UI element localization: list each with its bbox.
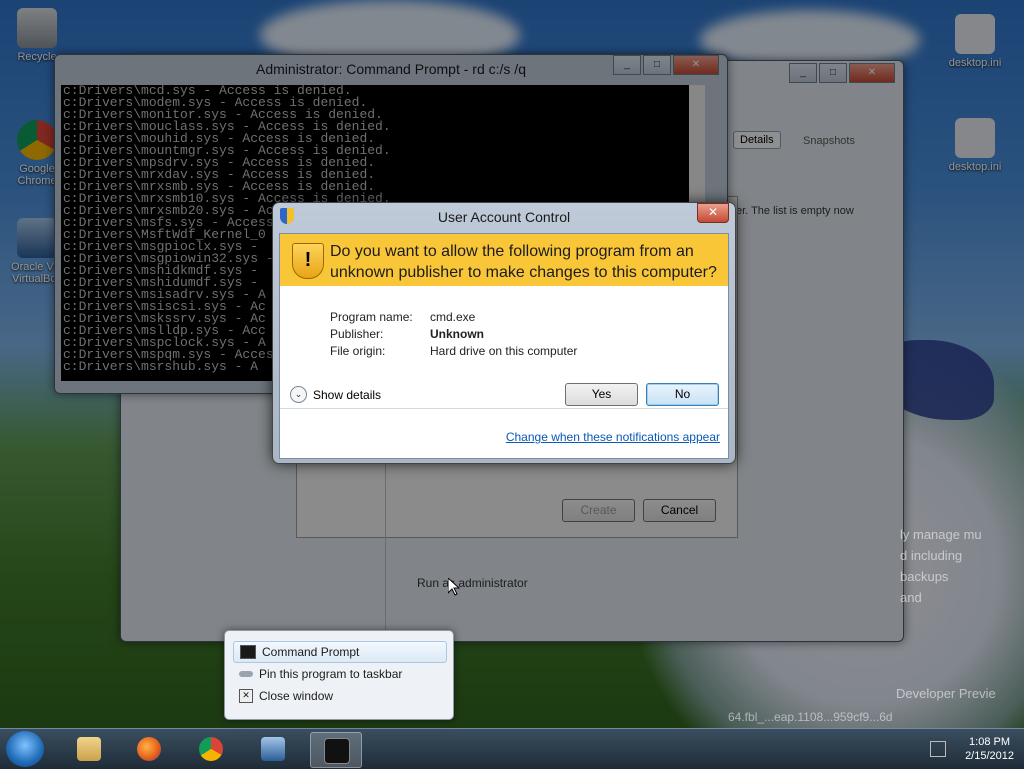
cmd-icon	[324, 738, 350, 764]
background-text-line: d including	[900, 548, 963, 563]
show-details-toggle[interactable]: ⌄ Show details	[290, 386, 381, 403]
start-button[interactable]	[6, 731, 44, 767]
build-string: 64.fbl_...eap.1108...959cf9...6d	[728, 710, 893, 724]
clock-time: 1:08 PM	[969, 736, 1011, 748]
background-text-line: backups	[900, 569, 949, 584]
program-info: Program name: cmd.exe Publisher: Unknown…	[330, 309, 577, 360]
jumplist-pin-to-taskbar[interactable]: Pin this program to taskbar	[233, 664, 445, 684]
show-details-label: Show details	[313, 387, 382, 402]
build-text: Developer Previe	[896, 686, 996, 701]
program-name-row: Program name: cmd.exe	[330, 309, 577, 326]
taskbar: 1:08 PM 2/15/2012	[0, 728, 1024, 769]
mouse-cursor-icon	[448, 578, 460, 596]
pin-icon	[239, 671, 253, 677]
taskbar-chrome[interactable]	[186, 732, 236, 766]
field-value: cmd.exe	[430, 310, 476, 324]
field-value: Unknown	[430, 327, 484, 341]
uac-question: Do you want to allow the following progr…	[330, 243, 717, 281]
chrome-icon	[199, 737, 223, 761]
file-origin-row: File origin: Hard drive on this computer	[330, 343, 577, 360]
field-label: Program name:	[330, 310, 413, 324]
taskbar-firefox[interactable]	[124, 732, 174, 766]
virtualbox-icon	[261, 737, 285, 761]
taskbar-jumplist[interactable]: Command Prompt Pin this program to taskb…	[224, 630, 454, 720]
cmd-icon	[240, 645, 256, 659]
field-value: Hard drive on this computer	[430, 344, 578, 358]
change-notifications-link[interactable]: Change when these notifications appear	[506, 430, 720, 444]
flag-icon[interactable]	[930, 741, 946, 757]
uac-titlebar: User Account Control ✕	[273, 203, 735, 227]
chevron-down-icon: ⌄	[290, 386, 307, 403]
jumplist-command-prompt[interactable]: Command Prompt	[233, 641, 447, 663]
publisher-row: Publisher: Unknown	[330, 326, 577, 343]
field-label: File origin:	[330, 344, 386, 358]
uac-body: ! Do you want to allow the following pro…	[279, 233, 729, 459]
taskbar-command-prompt[interactable]	[310, 732, 362, 768]
uac-warning-banner: ! Do you want to allow the following pro…	[280, 234, 728, 286]
uac-title: User Account Control	[437, 209, 571, 225]
close-icon[interactable]: ✕	[697, 203, 729, 223]
clock-date: 2/15/2012	[965, 750, 1014, 762]
taskbar-explorer[interactable]	[64, 732, 114, 766]
tray-clock[interactable]: 1:08 PM 2/15/2012	[965, 735, 1014, 763]
jumplist-item-label: Pin this program to taskbar	[259, 667, 403, 681]
firefox-icon	[137, 737, 161, 761]
close-window-icon: ✕	[239, 689, 253, 703]
folder-icon	[77, 737, 101, 761]
jumplist-item-label: Command Prompt	[262, 645, 360, 659]
warning-shield-icon: !	[292, 243, 324, 279]
uac-dialog[interactable]: User Account Control ✕ ! Do you want to …	[272, 202, 736, 464]
jumplist-close-window[interactable]: ✕ Close window	[233, 686, 445, 706]
background-text: ly manage mu d including backups and	[900, 524, 982, 608]
divider	[280, 408, 728, 409]
taskbar-virtualbox[interactable]	[248, 732, 298, 766]
background-text-line: ly manage mu	[900, 527, 982, 542]
yes-button[interactable]: Yes	[565, 383, 638, 406]
field-label: Publisher:	[330, 327, 384, 341]
jumplist-item-label: Close window	[259, 689, 334, 703]
no-button[interactable]: No	[646, 383, 719, 406]
background-text-line: and	[900, 590, 922, 605]
